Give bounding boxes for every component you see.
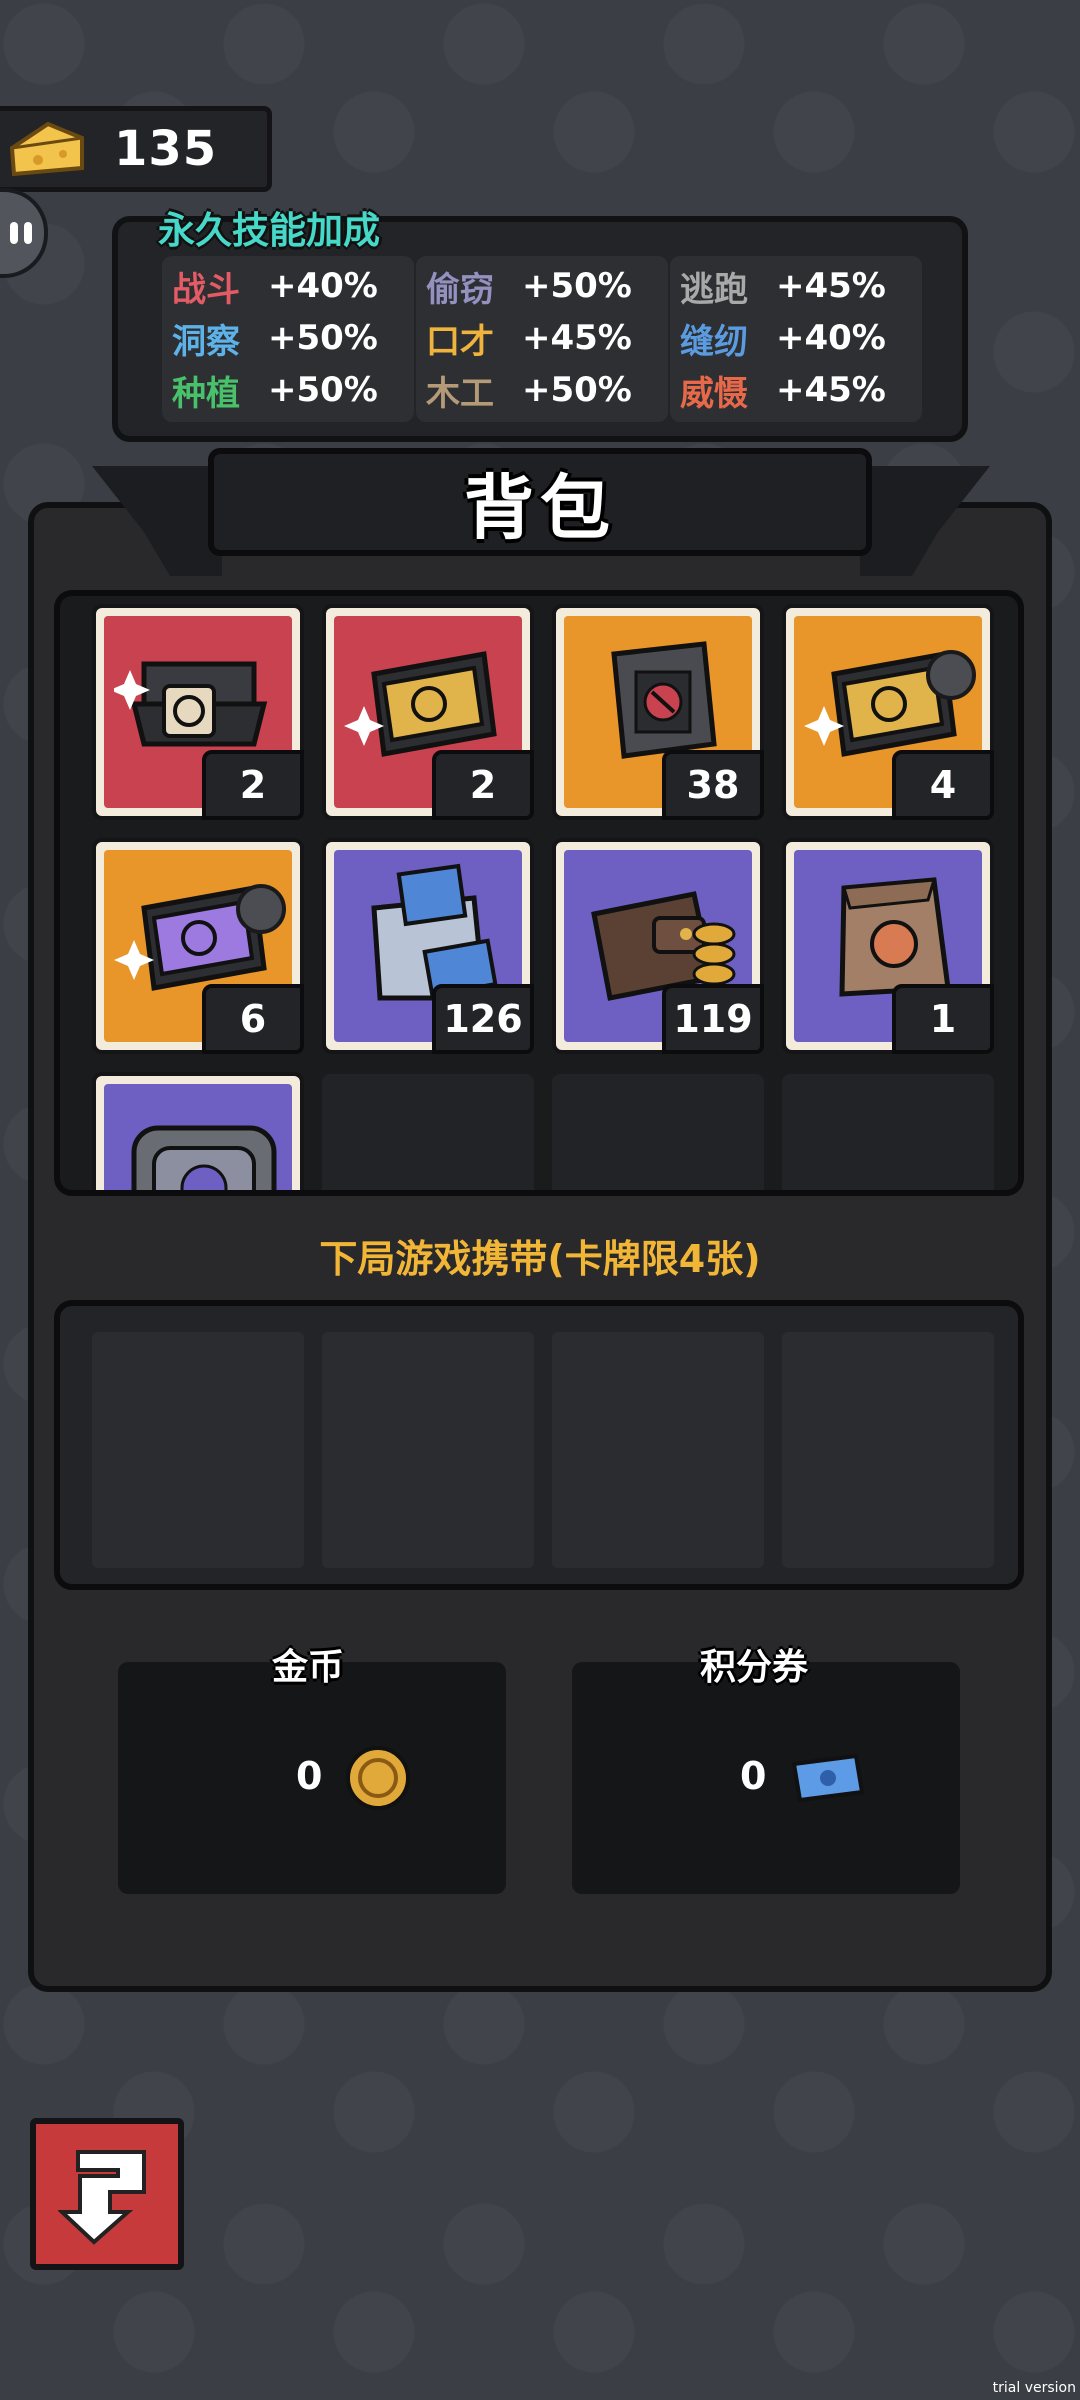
back-button[interactable]: [30, 2118, 184, 2270]
skill-column-1: 战斗 +40% 洞察 +50% 种植 +50%: [162, 256, 414, 422]
skill-row: 木工 +50%: [416, 364, 668, 416]
permanent-skills-panel: 永久技能加成 战斗 +40% 洞察 +50% 种植 +50% 偷窃 +50% 口…: [112, 209, 968, 442]
carry-slots-area: [54, 1300, 1024, 1590]
item-quantity: 38: [662, 750, 764, 820]
item-quantity: 119: [662, 984, 764, 1054]
points-label: 积分券: [700, 1647, 809, 1688]
skill-value: +50%: [522, 266, 632, 306]
skill-row: 缝纫 +40%: [670, 312, 922, 364]
carry-slot[interactable]: [322, 1332, 534, 1568]
inventory-item[interactable]: 4: [782, 604, 994, 820]
skill-name: 种植: [172, 373, 240, 414]
puzzle-badge-icon: [926, 650, 976, 700]
item-quantity: 2: [432, 750, 534, 820]
inventory-item[interactable]: 6: [92, 838, 304, 1054]
inventory-item[interactable]: 1: [782, 838, 994, 1054]
skill-name: 洞察: [172, 321, 240, 362]
gold-label: 金币: [272, 1647, 345, 1688]
skill-column-3: 逃跑 +45% 缝纫 +40% 威慑 +45%: [670, 256, 922, 422]
skill-value: +50%: [268, 370, 378, 410]
skill-name: 偷窃: [426, 269, 494, 310]
empty-slot: [322, 1074, 534, 1190]
skill-name: 木工: [426, 373, 494, 414]
skill-row: 种植 +50%: [162, 364, 414, 416]
points-ticket-icon: [791, 1753, 865, 1803]
skill-value: +45%: [776, 266, 886, 306]
inventory-item[interactable]: 119: [552, 838, 764, 1054]
skill-row: 口才 +45%: [416, 312, 668, 364]
cheese-currency-bar: 135: [0, 106, 272, 192]
item-quantity: 1: [892, 984, 994, 1054]
carry-slot[interactable]: [92, 1332, 304, 1568]
item-quantity: 4: [892, 750, 994, 820]
skill-value: +40%: [776, 318, 886, 358]
item-quantity: 2: [202, 750, 304, 820]
gold-value: 0: [296, 1754, 323, 1798]
item-quantity: 6: [202, 984, 304, 1054]
skill-row: 威慑 +45%: [670, 364, 922, 416]
skill-row: 战斗 +40%: [162, 260, 414, 312]
skill-column-2: 偷窃 +50% 口才 +45% 木工 +50%: [416, 256, 668, 422]
empty-slot: [782, 1074, 994, 1190]
skills-title: 永久技能加成: [158, 209, 380, 252]
back-arrow-icon: [58, 2150, 146, 2245]
points-value: 0: [740, 1754, 767, 1798]
skill-name: 逃跑: [680, 269, 748, 310]
skill-row: 偷窃 +50%: [416, 260, 668, 312]
skill-value: +45%: [522, 318, 632, 358]
watermark-text: trial version: [992, 2380, 1076, 2396]
inventory-item[interactable]: 2: [92, 604, 304, 820]
cheese-icon: [9, 121, 84, 177]
cheese-tin-icon: [131, 1125, 277, 1190]
inventory-grid: 2 2 38 4 6 126 119 1: [54, 590, 1024, 1196]
carry-slot[interactable]: [552, 1332, 764, 1568]
item-quantity: 126: [432, 984, 534, 1054]
puzzle-badge-icon: [236, 884, 286, 934]
inventory-item[interactable]: [92, 1072, 304, 1190]
carry-next-game-label: 下局游戏携带(卡牌限4张): [319, 1237, 761, 1281]
gold-coin-icon: [346, 1746, 410, 1810]
skill-name: 战斗: [172, 269, 240, 310]
skill-value: +40%: [268, 266, 378, 306]
skill-name: 缝纫: [680, 321, 748, 362]
cheese-count: 135: [114, 121, 218, 177]
backpack-title-banner: 背包: [208, 448, 872, 556]
skill-value: +45%: [776, 370, 886, 410]
inventory-item[interactable]: 2: [322, 604, 534, 820]
side-menu-tab[interactable]: [0, 188, 48, 278]
skill-value: +50%: [268, 318, 378, 358]
skill-name: 威慑: [680, 373, 748, 414]
carry-slot[interactable]: [782, 1332, 994, 1568]
inventory-item[interactable]: 38: [552, 604, 764, 820]
empty-slot: [552, 1074, 764, 1190]
backpack-title: 背包: [464, 466, 616, 549]
skill-row: 洞察 +50%: [162, 312, 414, 364]
skill-row: 逃跑 +45%: [670, 260, 922, 312]
skill-value: +50%: [522, 370, 632, 410]
inventory-item[interactable]: 126: [322, 838, 534, 1054]
skill-name: 口才: [426, 321, 494, 362]
